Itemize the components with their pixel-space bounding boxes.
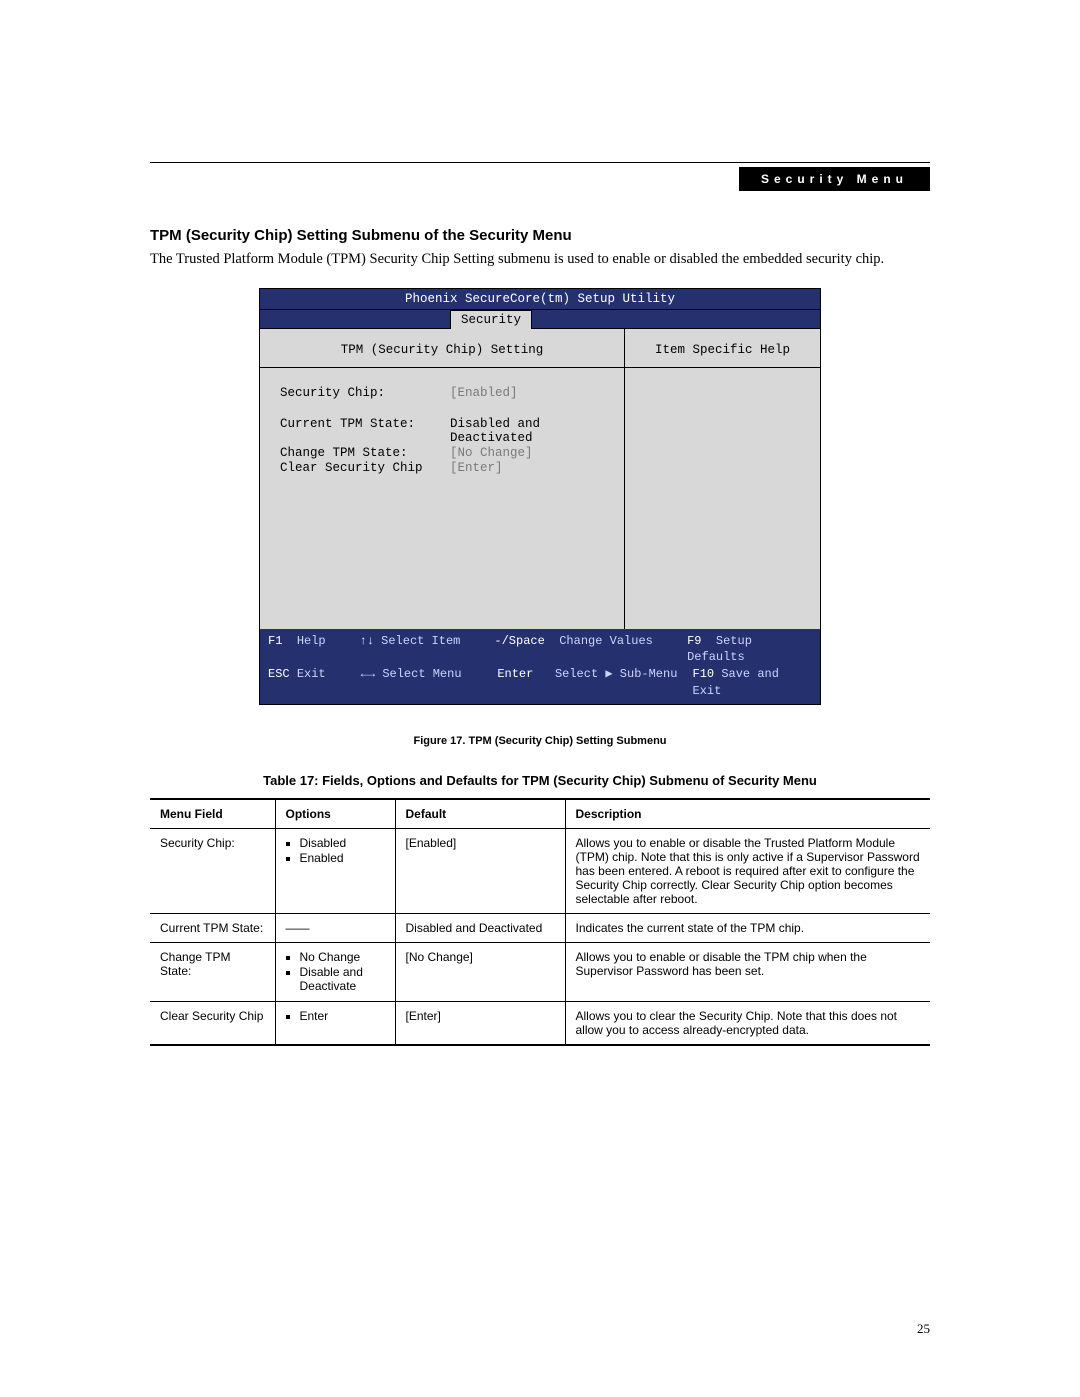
bios-setting-value: [Enter] xyxy=(450,461,503,475)
bios-setting-label: Clear Security Chip xyxy=(280,461,450,475)
th-default: Default xyxy=(395,799,565,829)
key-f1[interactable]: F1 xyxy=(268,634,282,648)
bios-setting-value: [No Change] xyxy=(450,446,533,460)
cell-default: [Enter] xyxy=(395,1001,565,1045)
bios-setting-row[interactable]: Security Chip:[Enabled] xyxy=(280,386,612,400)
bios-setting-label: Security Chip: xyxy=(280,386,450,400)
cell-default: Disabled and Deactivated xyxy=(395,913,565,942)
cell-options: No ChangeDisable and Deactivate xyxy=(275,942,395,1001)
bios-setting-value: Disabled and Deactivated xyxy=(450,417,612,445)
option-item: Disable and Deactivate xyxy=(300,965,385,993)
cell-description: Allows you to enable or disable the Trus… xyxy=(565,828,930,913)
cell-menu-field: Change TPM State: xyxy=(150,942,275,1001)
bios-left-pane-title: TPM (Security Chip) Setting xyxy=(260,329,624,368)
bios-setting-label: Change TPM State: xyxy=(280,446,450,460)
key-enter[interactable]: Enter xyxy=(497,667,533,681)
key-f9[interactable]: F9 xyxy=(687,634,701,648)
key-space[interactable]: -/Space xyxy=(494,634,544,648)
option-item: Disabled xyxy=(300,836,385,850)
bios-setting-value: [Enabled] xyxy=(450,386,518,400)
bios-tab-bar: Security xyxy=(260,310,820,329)
table-title: Table 17: Fields, Options and Defaults f… xyxy=(150,773,930,788)
th-description: Description xyxy=(565,799,930,829)
table-row: Security Chip:DisabledEnabled[Enabled]Al… xyxy=(150,828,930,913)
arrows-leftright-icon: ←→ xyxy=(361,667,375,681)
cell-description: Allows you to clear the Security Chip. N… xyxy=(565,1001,930,1045)
arrows-updown-icon: ↑↓ xyxy=(360,634,374,648)
cell-default: [No Change] xyxy=(395,942,565,1001)
bios-right-pane: Item Specific Help xyxy=(625,329,820,629)
cell-default: [Enabled] xyxy=(395,828,565,913)
bios-setting-row[interactable]: Clear Security Chip[Enter] xyxy=(280,461,612,475)
section-intro: The Trusted Platform Module (TPM) Securi… xyxy=(150,250,930,270)
bios-setting-label: Current TPM State: xyxy=(280,417,450,445)
page-content: Security Menu TPM (Security Chip) Settin… xyxy=(150,162,930,1046)
option-item: No Change xyxy=(300,950,385,964)
table-row: Clear Security Chip Enter [Enter]Allows yo… xyxy=(150,1001,930,1045)
section-heading: TPM (Security Chip) Setting Submenu of t… xyxy=(150,227,930,244)
bios-setting-row[interactable]: Current TPM State:Disabled and Deactivat… xyxy=(280,417,612,445)
cell-options: —— xyxy=(275,913,395,942)
bios-body: TPM (Security Chip) Setting Security Chi… xyxy=(260,329,820,629)
bios-settings-list: Security Chip:[Enabled] Current TPM State… xyxy=(260,368,624,475)
bios-window: Phoenix SecureCore(tm) Setup Utility Sec… xyxy=(259,288,821,705)
key-f10[interactable]: F10 xyxy=(693,667,715,681)
table-header-row: Menu Field Options Default Description xyxy=(150,799,930,829)
option-item: Enabled xyxy=(300,851,385,865)
key-esc[interactable]: ESC xyxy=(268,667,290,681)
bios-footer: F1 Help ↑↓ Select Item -/Space Change Va… xyxy=(260,629,820,704)
header-row: Security Menu xyxy=(150,167,930,191)
bios-setting-row[interactable]: Change TPM State:[No Change] xyxy=(280,446,612,460)
table-row: Change TPM State:No ChangeDisable and De… xyxy=(150,942,930,1001)
chapter-tag: Security Menu xyxy=(739,167,930,191)
cell-description: Indicates the current state of the TPM c… xyxy=(565,913,930,942)
bios-left-pane: TPM (Security Chip) Setting Security Chi… xyxy=(260,329,625,629)
th-menu-field: Menu Field xyxy=(150,799,275,829)
cell-menu-field: Current TPM State: xyxy=(150,913,275,942)
cell-options: DisabledEnabled xyxy=(275,828,395,913)
page-number: 25 xyxy=(917,1321,930,1337)
th-options: Options xyxy=(275,799,395,829)
bios-tab-security[interactable]: Security xyxy=(450,310,532,329)
table-row: Current TPM State:——Disabled and Deactiv… xyxy=(150,913,930,942)
cell-options: Enter xyxy=(275,1001,395,1045)
cell-menu-field: Clear Security Chip xyxy=(150,1001,275,1045)
cell-description: Allows you to enable or disable the TPM … xyxy=(565,942,930,1001)
figure-caption: Figure 17. TPM (Security Chip) Setting S… xyxy=(150,735,930,747)
bios-title-bar: Phoenix SecureCore(tm) Setup Utility xyxy=(260,289,820,310)
bios-right-pane-title: Item Specific Help xyxy=(625,329,820,368)
cell-menu-field: Security Chip: xyxy=(150,828,275,913)
top-rule xyxy=(150,162,930,163)
option-item: Enter xyxy=(300,1009,385,1023)
options-table: Menu Field Options Default Description S… xyxy=(150,798,930,1046)
